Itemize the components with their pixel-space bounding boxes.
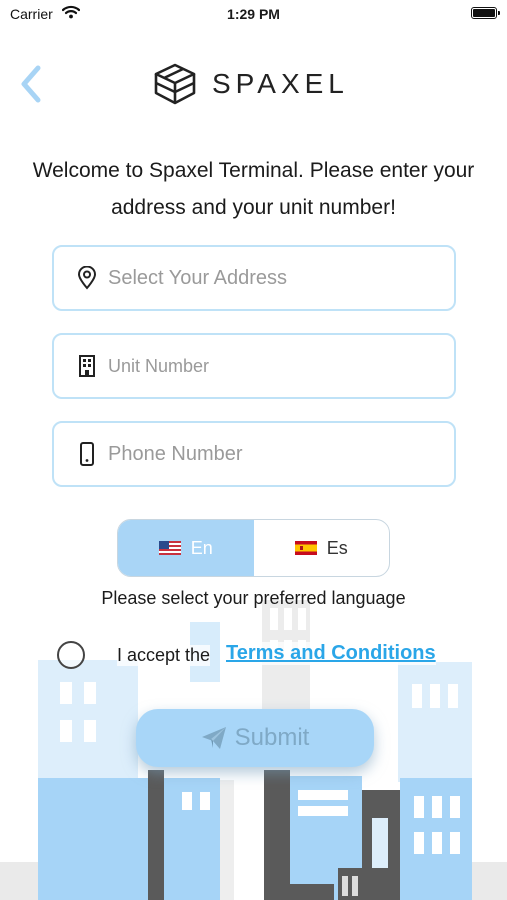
building-icon (76, 354, 98, 378)
phone-number-field[interactable]: Phone Number (52, 421, 456, 487)
welcome-message: Welcome to Spaxel Terminal. Please enter… (32, 159, 475, 219)
language-option-en[interactable]: En (118, 520, 254, 576)
address-placeholder: Select Your Address (108, 266, 288, 289)
cube-logo-icon (154, 63, 196, 105)
unit-number-field[interactable]: Unit Number (52, 333, 456, 399)
address-field[interactable]: Select Your Address (52, 245, 456, 311)
status-time: 1:29 PM (227, 6, 280, 22)
language-hint: Please select your preferred language (101, 588, 406, 608)
language-en-label: En (190, 537, 213, 558)
terms-prefix: I accept the (117, 645, 211, 666)
back-button[interactable] (14, 62, 48, 106)
es-flag-icon (294, 541, 317, 555)
status-bar: Carrier 1:29 PM (0, 0, 507, 28)
chevron-left-icon (21, 65, 41, 103)
phone-number-placeholder: Phone Number (108, 442, 243, 465)
brand-name: SPAXEL (212, 68, 349, 99)
language-es-label: Es (326, 537, 348, 558)
language-option-es[interactable]: Es (254, 520, 390, 576)
paper-plane-icon (201, 727, 226, 749)
terms-checkbox[interactable] (57, 641, 85, 669)
submit-button[interactable]: Submit (136, 709, 374, 767)
phone-icon (76, 442, 98, 466)
terms-link[interactable]: Terms and Conditions (226, 642, 436, 665)
submit-label: Submit (234, 724, 310, 751)
us-flag-icon (158, 541, 181, 555)
language-toggle: En Es (117, 519, 390, 577)
brand-logo: SPAXEL (152, 62, 362, 106)
battery-icon (471, 7, 500, 19)
unit-number-placeholder: Unit Number (108, 355, 210, 376)
location-pin-icon (76, 266, 98, 290)
